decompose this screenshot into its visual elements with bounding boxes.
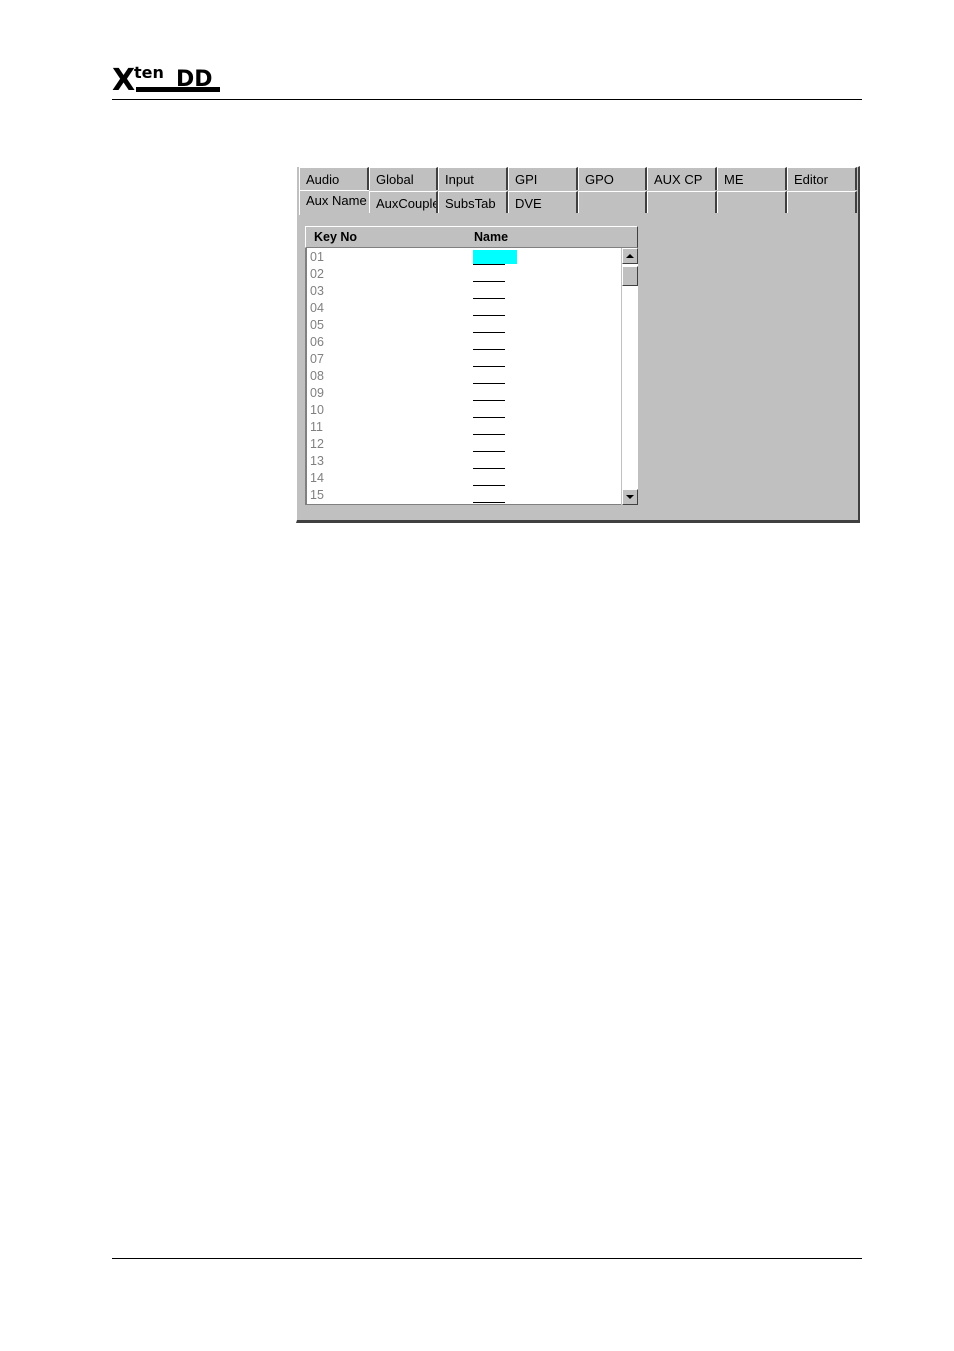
key-no-cell: 14 <box>310 471 324 485</box>
table-header: Key No Name <box>305 226 638 248</box>
table-row[interactable]: 10 <box>307 402 621 419</box>
name-cell[interactable] <box>473 471 505 486</box>
name-cell[interactable] <box>473 301 505 316</box>
tab-empty-8 <box>787 191 857 213</box>
tab-substab[interactable]: SubsTab <box>438 191 508 213</box>
table-row[interactable]: 01 <box>307 249 621 266</box>
tab-audio[interactable]: Audio <box>299 167 369 190</box>
table-row[interactable]: 03 <box>307 283 621 300</box>
tab-empty-6 <box>647 191 717 213</box>
xten-dd-logo: X ten DD <box>112 62 224 96</box>
arrow-down-icon <box>626 495 634 499</box>
table-row[interactable]: 14 <box>307 470 621 487</box>
vertical-scrollbar[interactable] <box>621 248 638 505</box>
header-rule <box>112 99 862 100</box>
scroll-up-button[interactable] <box>622 248 638 264</box>
key-no-cell: 01 <box>310 250 324 264</box>
name-cell[interactable] <box>473 437 505 452</box>
key-no-cell: 11 <box>310 420 323 434</box>
table-row[interactable]: 05 <box>307 317 621 334</box>
column-header-key-no[interactable]: Key No <box>314 230 357 244</box>
table-row[interactable]: 06 <box>307 334 621 351</box>
tab-aux-cp[interactable]: AUX CP <box>647 167 717 190</box>
name-cell[interactable] <box>473 335 505 350</box>
name-cell[interactable] <box>473 284 505 299</box>
tab-gpo[interactable]: GPO <box>578 167 647 190</box>
tab-empty-5 <box>578 191 647 213</box>
table-row[interactable]: 15 <box>307 487 621 504</box>
key-no-cell: 13 <box>310 454 324 468</box>
table-row[interactable]: 08 <box>307 368 621 385</box>
svg-text:ten: ten <box>134 63 164 82</box>
key-no-cell: 03 <box>310 284 324 298</box>
tab-editor[interactable]: Editor <box>787 167 857 190</box>
tab-gpi[interactable]: GPI <box>508 167 578 190</box>
name-cell[interactable] <box>473 420 505 435</box>
tab-input[interactable]: Input <box>438 167 508 190</box>
table-row[interactable]: 09 <box>307 385 621 402</box>
key-no-cell: 12 <box>310 437 324 451</box>
name-cell[interactable] <box>473 386 505 401</box>
arrow-up-icon <box>626 254 634 258</box>
scroll-thumb[interactable] <box>622 266 638 286</box>
table-row[interactable]: 12 <box>307 436 621 453</box>
name-cell[interactable] <box>473 318 505 333</box>
name-cell[interactable] <box>473 267 505 282</box>
tab-aux-name[interactable]: Aux Name <box>299 190 369 215</box>
key-no-cell: 09 <box>310 386 324 400</box>
key-no-cell: 15 <box>310 488 324 502</box>
name-cell[interactable] <box>473 454 505 469</box>
key-no-cell: 08 <box>310 369 324 383</box>
table-row[interactable]: 02 <box>307 266 621 283</box>
key-no-cell: 06 <box>310 335 324 349</box>
tab-dve[interactable]: DVE <box>508 191 578 213</box>
tab-auxcouple[interactable]: AuxCouple <box>369 191 438 213</box>
key-no-cell: 07 <box>310 352 324 366</box>
key-no-cell: 02 <box>310 267 324 281</box>
key-no-cell: 10 <box>310 403 324 417</box>
footer-rule <box>112 1258 862 1259</box>
name-cell[interactable] <box>473 488 505 503</box>
aux-name-table: 01 02 03 04 05 06 07 08 09 10 11 12 13 14 15 <box>305 248 621 505</box>
name-cell[interactable] <box>473 403 505 418</box>
key-no-cell: 05 <box>310 318 324 332</box>
tab-global[interactable]: Global <box>369 167 438 190</box>
tab-me[interactable]: ME <box>717 167 787 190</box>
name-cell[interactable] <box>473 352 505 367</box>
scroll-down-button[interactable] <box>622 489 638 505</box>
table-row[interactable]: 07 <box>307 351 621 368</box>
table-row[interactable]: 13 <box>307 453 621 470</box>
tab-empty-7 <box>717 191 787 213</box>
table-row[interactable]: 11 <box>307 419 621 436</box>
key-no-cell: 04 <box>310 301 324 315</box>
name-cell[interactable] <box>473 250 517 265</box>
column-header-name[interactable]: Name <box>474 230 508 244</box>
table-row[interactable]: 04 <box>307 300 621 317</box>
svg-text:X: X <box>112 63 135 96</box>
name-cell[interactable] <box>473 369 505 384</box>
